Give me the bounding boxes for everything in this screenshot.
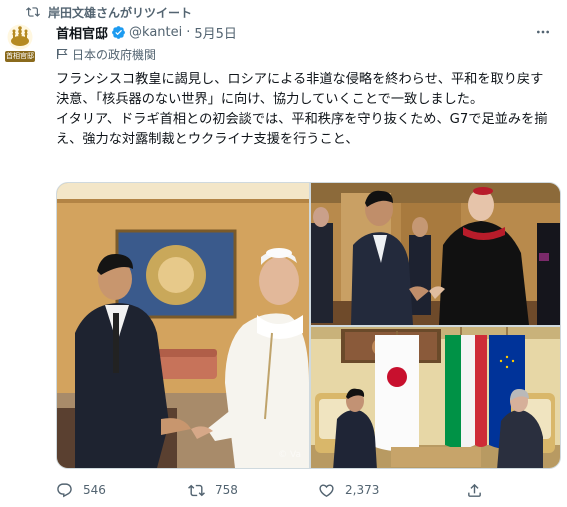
tweet-actions: 546 758 2,373	[56, 478, 526, 502]
tweet-text: フランシスコ教皇に謁見し、ロシアによる非道な侵略を終わらせ、平和を取り戻す決意、…	[56, 70, 554, 150]
avatar-seal-text: 首相官邸	[5, 51, 35, 62]
retweet-banner[interactable]: 岸田文雄さんがリツイート	[26, 4, 192, 20]
paulownia-crest-icon	[7, 24, 33, 50]
account-label[interactable]: 日本の政府機関	[56, 45, 156, 63]
photo-pope-handshake[interactable]: © Va	[57, 183, 309, 468]
media-grid: © Va	[56, 182, 561, 469]
avatar[interactable]: 首相官邸	[4, 24, 36, 64]
retweet-action-icon	[188, 484, 205, 496]
verified-badge-icon	[112, 25, 125, 39]
retweet-count: 758	[215, 483, 238, 497]
photo-watermark: © Va	[278, 450, 301, 460]
reply-icon	[57, 482, 72, 497]
header-separator: ·	[186, 24, 191, 40]
photo-draghi-meeting[interactable]	[311, 327, 560, 468]
retweet-icon	[26, 7, 40, 17]
government-label-icon	[57, 49, 68, 59]
reply-button[interactable]: 546	[56, 482, 106, 499]
retweet-button[interactable]: 758	[188, 482, 238, 499]
photo-draghi-meeting-image	[311, 327, 560, 468]
tweet-date[interactable]: 5月5日	[194, 23, 237, 42]
like-icon	[319, 483, 334, 497]
display-name[interactable]: 首相官邸	[56, 23, 108, 42]
reply-count: 546	[83, 483, 106, 497]
photo-pope-handshake-image	[57, 183, 309, 468]
like-button[interactable]: 2,373	[318, 482, 379, 499]
tweet-header: 首相官邸 @kantei · 5月5日	[56, 22, 533, 42]
like-count: 2,373	[345, 483, 380, 497]
photo-cardinal-handshake-image	[311, 183, 560, 325]
handle[interactable]: @kantei	[129, 25, 182, 40]
account-label-text: 日本の政府機関	[72, 47, 157, 62]
more-icon[interactable]	[535, 24, 551, 40]
retweet-banner-text[interactable]: 岸田文雄さんがリツイート	[48, 4, 192, 21]
tweet-paragraph-2: イタリア、ドラギ首相との初会談では、平和秩序を守り抜くため、G7で足並みを揃え、…	[56, 112, 548, 147]
share-icon	[468, 483, 481, 497]
tweet-paragraph-1: フランシスコ教皇に謁見し、ロシアによる非道な侵略を終わらせ、平和を取り戻す決意、…	[56, 72, 544, 107]
share-button[interactable]	[466, 482, 483, 499]
photo-cardinal-handshake[interactable]	[311, 183, 560, 325]
